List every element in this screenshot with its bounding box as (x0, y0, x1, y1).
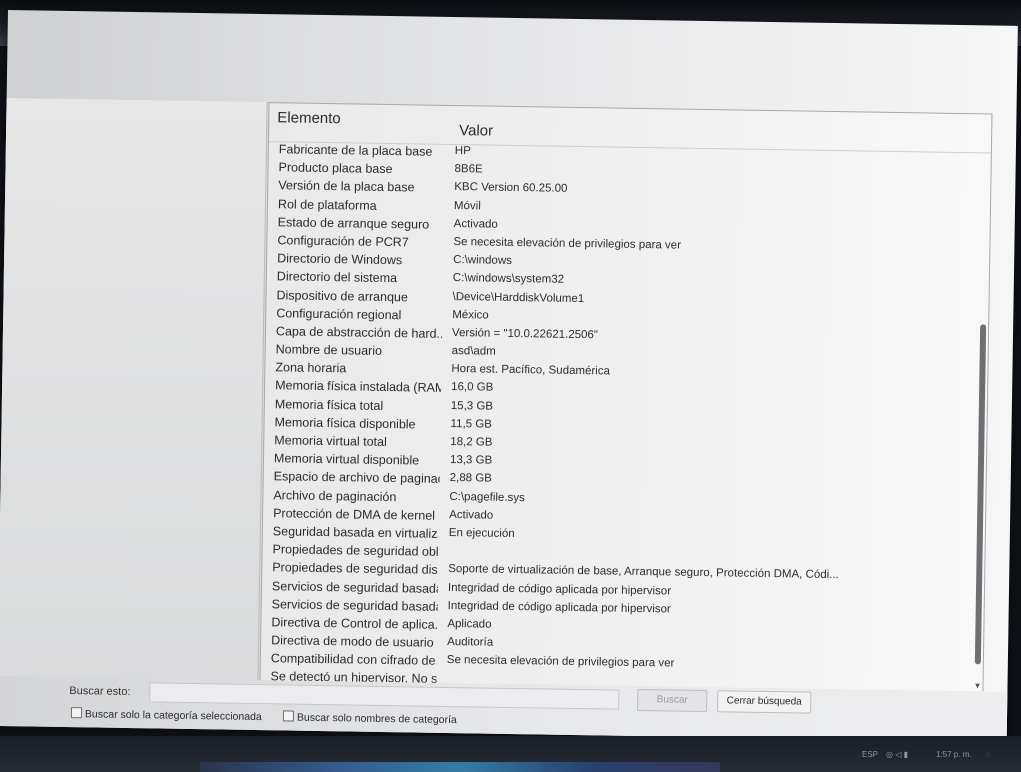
checkbox-icon[interactable] (70, 707, 83, 719)
row-element-cell: Rol de plataforma (277, 196, 377, 213)
search-category-names-label: Buscar solo nombres de categoría (296, 711, 457, 727)
row-value-cell: C:\windows (453, 254, 513, 268)
row-element-cell: Espacio de archivo de paginac... (273, 469, 440, 487)
checkbox-icon[interactable] (282, 710, 295, 722)
row-element-cell: Archivo de paginación (273, 487, 397, 504)
row-element-cell: Configuración regional (276, 305, 402, 322)
search-label: Buscar esto: (69, 685, 131, 699)
details-list-pane[interactable]: Elemento Valor Fabricante de la placa ba… (259, 102, 993, 694)
row-element-cell: Configuración de PCR7 (277, 233, 409, 250)
row-value-cell: Se necesita elevación de privilegios par… (446, 654, 675, 670)
search-category-names-checkbox[interactable]: Buscar solo nombres de categoría (282, 710, 457, 727)
row-value-cell: KBC Version 60.25.00 (454, 181, 568, 196)
row-value-cell: Móvil (453, 199, 481, 213)
row-element-cell: Servicios de seguridad basada... (271, 596, 438, 614)
row-value-cell: C:\windows\system32 (452, 272, 565, 287)
row-value-cell: Versión = "10.0.22621.2506" (451, 326, 599, 342)
row-element-cell: Seguridad basada en virtualiz... (272, 524, 439, 541)
row-element-cell: Servicios de seguridad basada... (271, 578, 439, 596)
row-element-cell: Memoria física instalada (RAM) (275, 378, 442, 396)
row-value-cell: Integridad de código aplicada por hiperv… (447, 581, 672, 597)
row-value-cell: Se necesita elevación de privilegios par… (453, 235, 682, 252)
row-element-cell: Dispositivo de arranque (276, 287, 408, 304)
taskbar-app-icons[interactable] (200, 762, 720, 772)
system-information-window: Elemento Valor Fabricante de la placa ba… (0, 10, 1018, 742)
row-value-cell: 2,88 GB (449, 472, 492, 486)
row-element-cell: Directiva de Control de aplica... (271, 615, 438, 632)
notification-bell-icon[interactable]: ◌ (986, 750, 991, 759)
row-value-cell: Integridad de código aplicada por hiperv… (447, 599, 671, 616)
row-element-cell: Memoria física disponible (274, 415, 416, 432)
row-value-cell: Activado (453, 217, 498, 231)
language-indicator[interactable]: ESP (862, 750, 878, 759)
row-element-cell: Compatibilidad con cifrado de... (270, 651, 437, 669)
close-search-button[interactable]: Cerrar búsqueda (717, 690, 812, 714)
row-element-cell: Zona horaria (275, 360, 347, 376)
scroll-down-arrow-icon[interactable]: ▼ (974, 681, 982, 690)
column-header-value[interactable]: Valor (459, 122, 493, 140)
row-value-cell: 15,3 GB (450, 399, 494, 413)
row-element-cell: Memoria virtual disponible (273, 451, 420, 468)
search-selected-category-label: Buscar solo la categoría seleccionada (84, 708, 262, 724)
row-value-cell: En ejecución (448, 526, 515, 540)
row-element-cell: Nombre de usuario (275, 342, 383, 358)
row-value-cell: C:\pagefile.sys (449, 490, 525, 504)
search-input[interactable] (149, 682, 620, 710)
row-element-cell: Directorio de Windows (277, 251, 403, 268)
row-element-cell: Memoria física total (274, 396, 384, 413)
row-element-cell: Protección de DMA de kernel (273, 505, 436, 523)
taskbar: ESP ◎ ◁ ▮ 1:57 p. m. ◌ (0, 736, 1021, 772)
row-element-cell: Versión de la placa base (278, 178, 415, 195)
row-element-cell: Directiva de modo de usuario ... (271, 633, 438, 650)
clock[interactable]: 1:57 p. m. (936, 750, 972, 759)
row-value-cell: asd\adm (451, 345, 496, 358)
row-element-cell: Fabricante de la placa base (278, 142, 433, 159)
row-value-cell: 18,2 GB (450, 436, 493, 449)
row-value-cell: Activado (449, 508, 494, 522)
network-volume-icons[interactable]: ◎ ◁ ▮ (886, 750, 908, 759)
column-header-element[interactable]: Elemento (277, 109, 341, 127)
row-value-cell: Auditoría (447, 636, 494, 649)
find-button[interactable]: Buscar (637, 688, 708, 713)
row-element-cell: Directorio del sistema (276, 269, 398, 286)
row-value-cell: 13,3 GB (449, 454, 493, 467)
row-element-cell: Producto placa base (278, 160, 393, 177)
row-element-cell: Memoria virtual total (274, 433, 387, 450)
row-value-cell: HP (454, 145, 471, 158)
row-value-cell: México (452, 308, 489, 322)
row-value-cell: Aplicado (447, 617, 492, 631)
row-element-cell: Propiedades de seguridad dis... (272, 560, 439, 578)
row-value-cell: \Device\HarddiskVolume1 (452, 290, 585, 305)
list-rows: Fabricante de la placa base HP Producto pl… (260, 142, 990, 693)
row-value-cell: 16,0 GB (451, 381, 494, 395)
category-tree-pane[interactable] (0, 97, 268, 681)
search-selected-category-checkbox[interactable]: Buscar solo la categoría seleccionada (70, 707, 262, 724)
row-element-cell: Capa de abstracción de hard... (275, 324, 443, 341)
row-element-cell: Propiedades de seguridad obl... (272, 542, 439, 559)
row-element-cell: Estado de arranque seguro (277, 215, 430, 232)
row-value-cell: 11,5 GB (450, 417, 492, 431)
row-value-cell: Hora est. Pacífico, Sudamérica (451, 363, 611, 378)
row-value-cell: 8B6E (454, 163, 483, 176)
